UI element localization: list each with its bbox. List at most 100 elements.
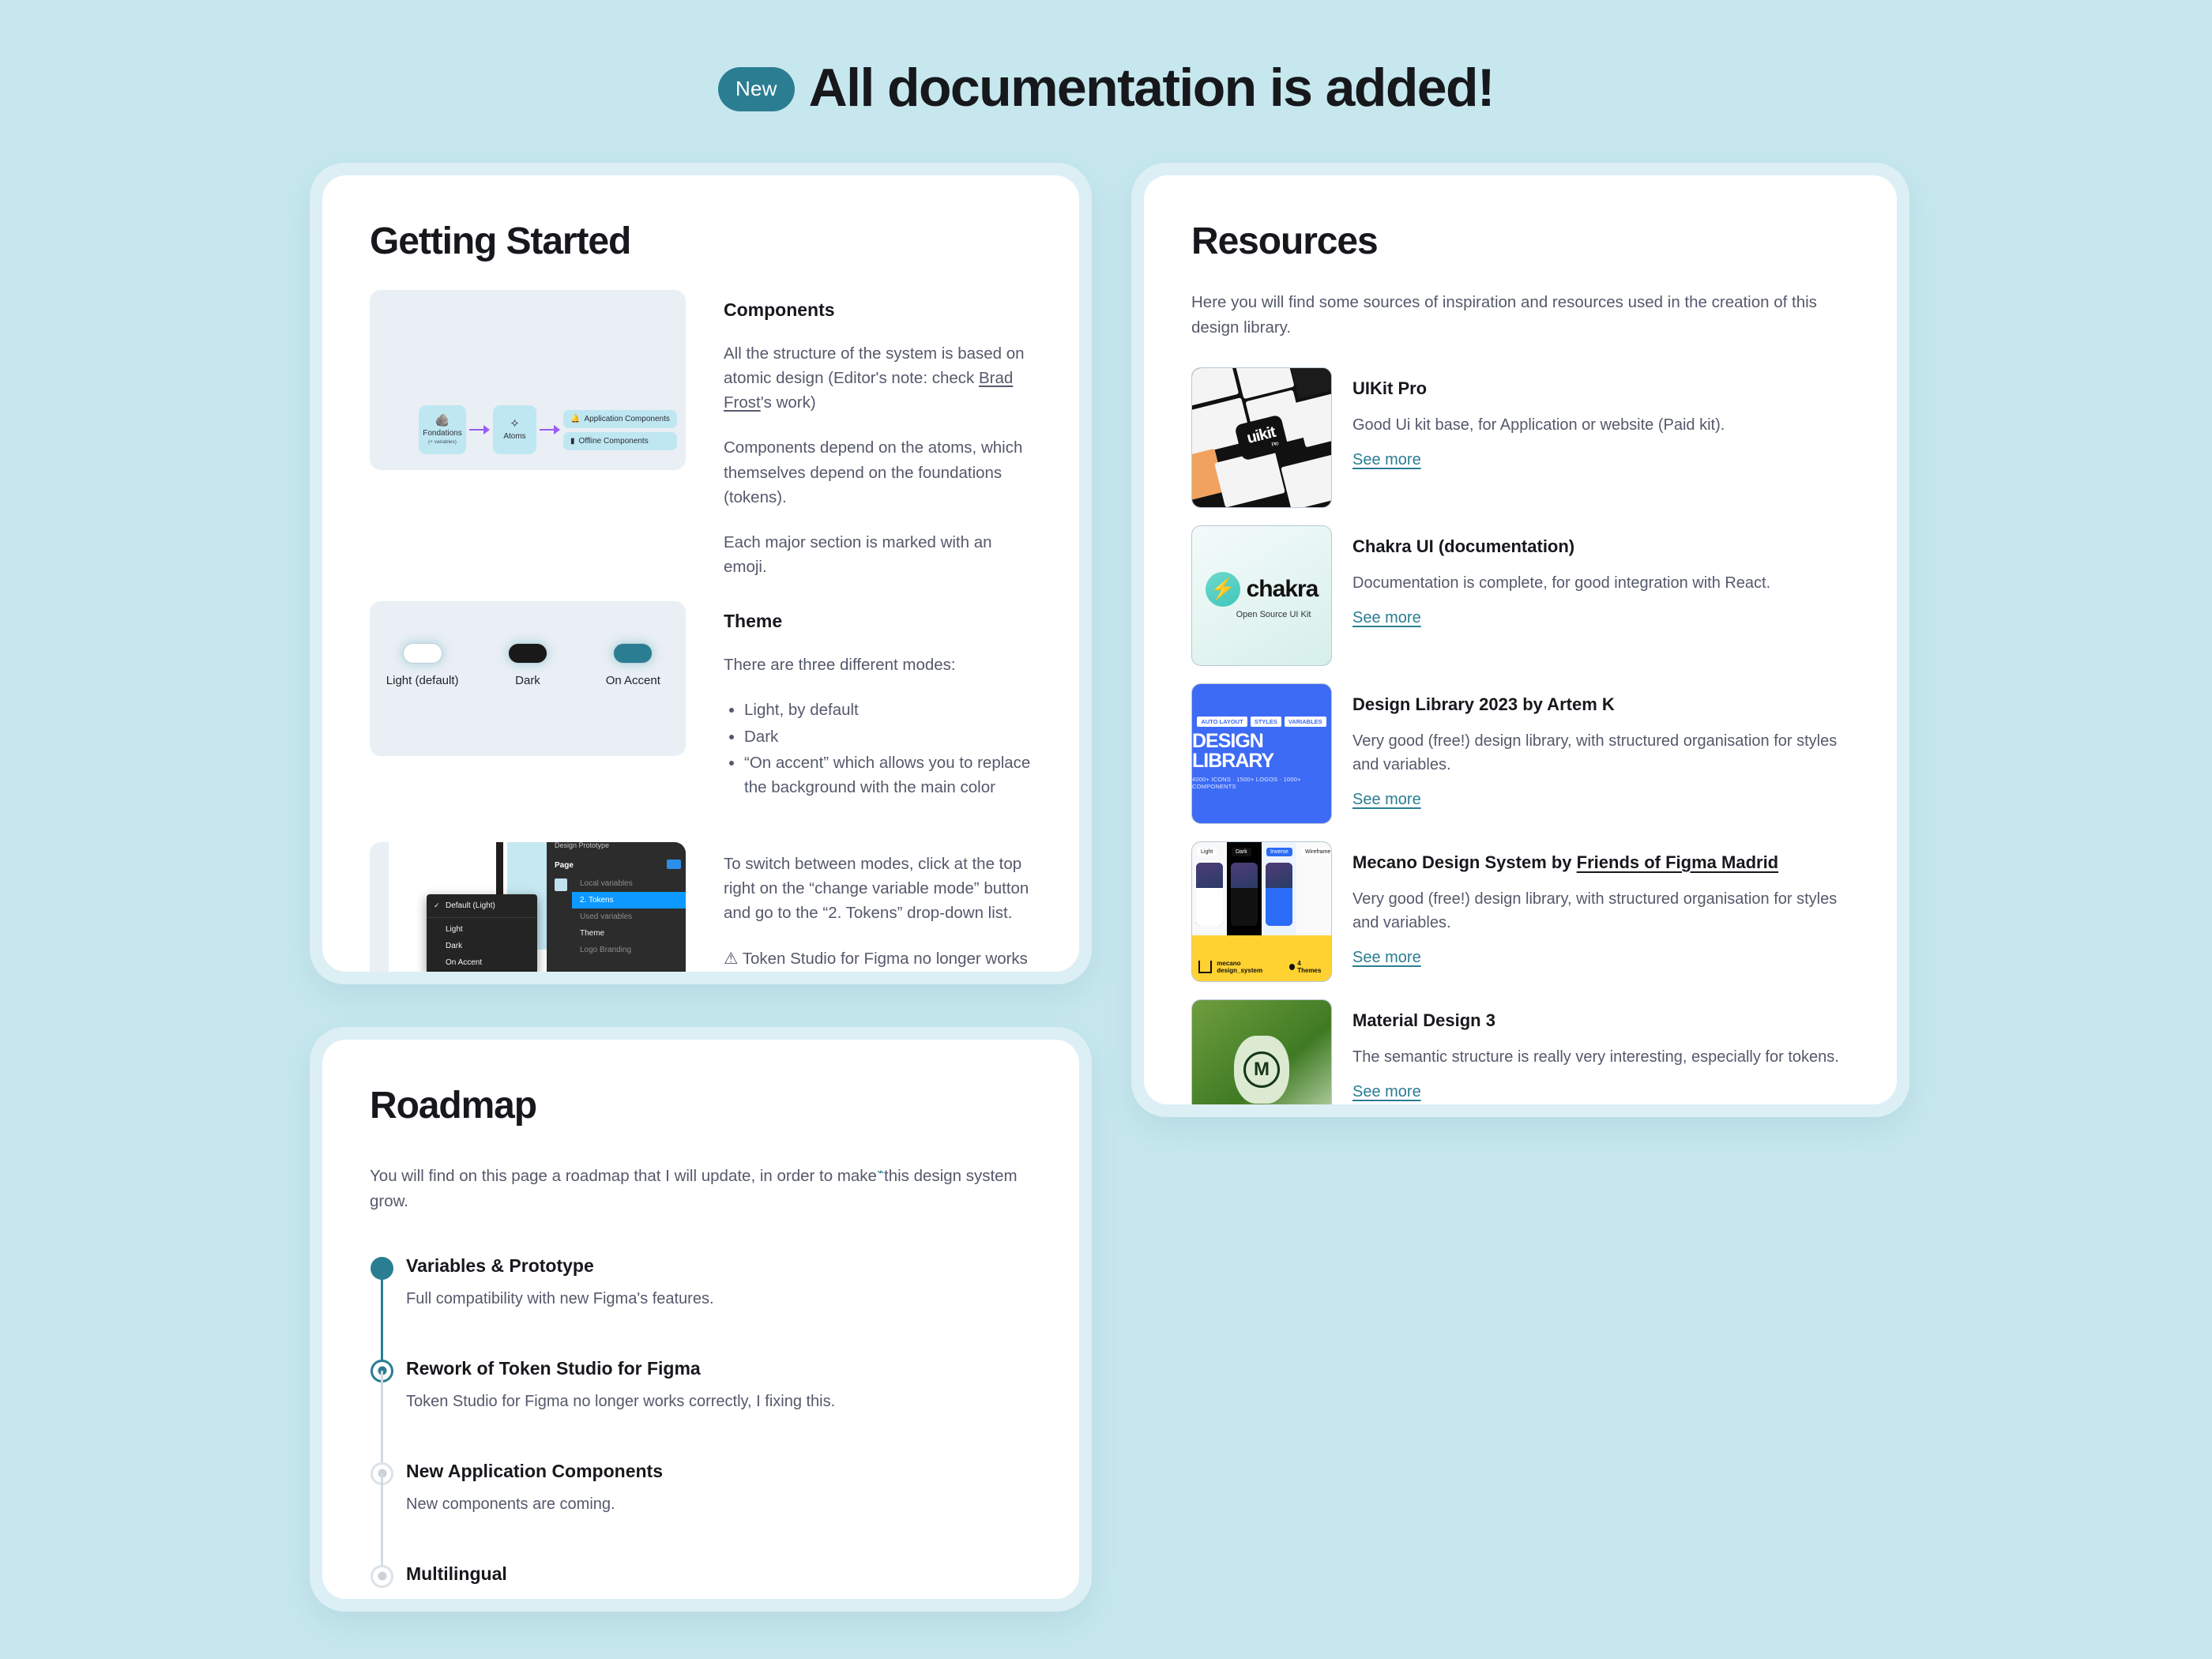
resource-title: Material Design 3 bbox=[1352, 1010, 1495, 1030]
components-paragraph-1: All the structure of the system is based… bbox=[724, 341, 1032, 415]
theme-swatch-light[interactable]: Light (default) bbox=[375, 644, 470, 687]
chakra-logo: ⚡ chakra bbox=[1205, 571, 1319, 607]
roadmap-timeline: Variables & Prototype Full compatibility… bbox=[370, 1255, 1032, 1599]
figma-page-label: Page bbox=[555, 861, 574, 871]
mecano-column-wireframe: Wireframe bbox=[1296, 841, 1331, 935]
theme-swatches-figure: Light (default) Dark On Accent bbox=[370, 601, 686, 757]
mecano-preview-card bbox=[1196, 862, 1223, 926]
resource-title: Design Library 2023 by Artem K bbox=[1352, 694, 1615, 714]
components-paragraph-2: Components depend on the atoms, which th… bbox=[724, 438, 1023, 506]
theme-intro: There are three different modes: bbox=[724, 656, 956, 675]
figma-list-theme[interactable]: Theme bbox=[572, 925, 686, 942]
list-item: “On accent” which allows you to replace … bbox=[744, 750, 1032, 799]
list-item: Light, by default bbox=[744, 698, 1032, 722]
list-item: uikit Pro UIKit Pro Good Ui kit base, for… bbox=[1191, 367, 1849, 508]
mecano-column-light: Light bbox=[1192, 841, 1227, 935]
friends-of-figma-madrid-link[interactable]: Friends of Figma Madrid bbox=[1577, 852, 1778, 872]
chakra-logo-sub: Open Source UI Kit bbox=[1236, 609, 1311, 619]
figma-menu-default-light[interactable]: ✓ Default (Light) bbox=[427, 897, 537, 914]
mecano-theme-columns: Light Dark Inverse Wireframe bbox=[1192, 841, 1331, 935]
chakra-thumbnail[interactable]: ⚡ chakra Open Source UI Kit bbox=[1191, 525, 1332, 666]
theme-text: Theme There are three different modes: L… bbox=[724, 601, 1032, 820]
timeline-connector bbox=[381, 1473, 383, 1568]
figma-right-panel: Design Prototype Page Local variables 2.… bbox=[547, 842, 686, 972]
figma-list-tokens[interactable]: 2. Tokens bbox=[572, 892, 686, 909]
list-item: ⚡ chakra Open Source UI Kit Chakra UI (d… bbox=[1191, 525, 1849, 666]
theme-swatch-light-label: Light (default) bbox=[386, 674, 459, 688]
list-item: Dark bbox=[744, 724, 1032, 749]
resources-list: uikit Pro UIKit Pro Good Ui kit base, for… bbox=[1191, 367, 1849, 1104]
theme-swatch-dark-label: Dark bbox=[515, 674, 540, 688]
timeline-connector bbox=[381, 1267, 383, 1363]
theme-heading: Theme bbox=[724, 611, 783, 632]
card-surface: Resources Here you will find some source… bbox=[1144, 175, 1897, 1104]
tag-styles: STYLES bbox=[1250, 717, 1281, 728]
list-item: Rework of Token Studio for Figma Token S… bbox=[371, 1357, 1032, 1465]
diagram-components-stack: 🔔 Application Components ▮ Offline Compo… bbox=[563, 409, 677, 450]
theme-swatches: Light (default) Dark On Accent bbox=[370, 644, 686, 687]
resource-title: UIKit Pro bbox=[1352, 378, 1428, 398]
mecano-themes-label: 4 Themes bbox=[1297, 960, 1322, 975]
see-more-link[interactable]: See more bbox=[1352, 949, 1421, 967]
figma-list-local-variables[interactable]: Local variables bbox=[572, 875, 686, 892]
tag-auto-layout: AUTO LAYOUT bbox=[1197, 717, 1247, 728]
mecano-footer: mecano design_system 4 Themes bbox=[1198, 960, 1325, 974]
resource-body: UIKit Pro Good Ui kit base, for Applicat… bbox=[1352, 367, 1849, 508]
arrow-right-icon bbox=[536, 421, 563, 438]
figma-menu-light[interactable]: Light bbox=[427, 921, 537, 938]
resource-title: Mecano Design System by Friends of Figma… bbox=[1352, 852, 1849, 873]
timeline-dot-todo-icon bbox=[371, 1564, 393, 1588]
mecano-tag-inverse: Inverse bbox=[1266, 847, 1292, 856]
diagram-atoms-label: Atoms bbox=[503, 432, 526, 442]
uikit-thumbnail[interactable]: uikit Pro bbox=[1191, 367, 1332, 508]
figma-list-logo-branding[interactable]: Logo Branding bbox=[572, 942, 686, 958]
figma-menu-default-light-label: Default (Light) bbox=[446, 901, 495, 911]
mecano-tag-light: Light bbox=[1197, 847, 1217, 856]
list-item: M Material Design 3 The semantic structu… bbox=[1191, 999, 1849, 1104]
page-title: All documentation is added! bbox=[808, 58, 1495, 118]
atomic-diagram: 🪨 Fondations (+ variables) ✧ Atoms 🔔 App… bbox=[419, 405, 677, 454]
material-thumbnail[interactable]: M bbox=[1191, 999, 1332, 1104]
see-more-link[interactable]: See more bbox=[1352, 1083, 1421, 1101]
see-more-link[interactable]: See more bbox=[1352, 609, 1421, 627]
resource-desc: Documentation is complete, for good inte… bbox=[1352, 574, 1771, 592]
mecano-logo-icon bbox=[1198, 961, 1213, 974]
figma-menu-dark[interactable]: Dark bbox=[427, 938, 537, 954]
figma-mode-figure: Design Prototype Page Local variables 2.… bbox=[370, 842, 686, 972]
list-item: AUTO LAYOUT STYLES VARIABLES DESIGN LIBR… bbox=[1191, 683, 1849, 824]
rock-icon: 🪨 bbox=[434, 413, 450, 427]
list-item: New Application Components New component… bbox=[371, 1461, 1032, 1568]
design-library-stats: 4000+ ICONS · 1500+ LOGOS · 1000+ COMPON… bbox=[1192, 776, 1301, 791]
see-more-link[interactable]: See more bbox=[1352, 451, 1421, 469]
page-header: New All documentation is added! bbox=[0, 57, 2212, 118]
theme-swatch-on-accent[interactable]: On Accent bbox=[585, 644, 680, 687]
menu-divider bbox=[427, 917, 537, 919]
components-text: Components All the structure of the syst… bbox=[724, 290, 1032, 579]
material-logo-blob: M bbox=[1234, 1035, 1289, 1104]
resources-title: Resources bbox=[1191, 220, 1379, 262]
tag-variables: VARIABLES bbox=[1284, 717, 1326, 728]
cursor-marker-icon: ⌁ bbox=[876, 1166, 884, 1179]
components-row: 🪨 Fondations (+ variables) ✧ Atoms 🔔 App… bbox=[370, 290, 1032, 579]
screen-icon: ▮ bbox=[570, 436, 575, 446]
mecano-tag-wireframe: Wireframe bbox=[1301, 847, 1331, 856]
mecano-thumbnail[interactable]: Light Dark Inverse Wireframe mecano desi… bbox=[1191, 841, 1332, 982]
theme-bullet-list: Light, by default Dark “On accent” which… bbox=[744, 698, 1032, 799]
figma-panel-tabs[interactable]: Design Prototype bbox=[547, 842, 686, 855]
figma-mode-chip[interactable] bbox=[667, 860, 681, 870]
diagram-node-atoms: ✧ Atoms bbox=[493, 405, 536, 454]
list-item: Multilingual Configuration using variabl… bbox=[371, 1563, 1032, 1599]
resource-title: Chakra UI (documentation) bbox=[1352, 536, 1575, 556]
resource-desc: Very good (free!) design library, with s… bbox=[1352, 890, 1838, 931]
token-studio-warning: ⚠ Token Studio for Figma no longer works… bbox=[724, 946, 1032, 972]
timeline-item-title: Rework of Token Studio for Figma bbox=[406, 1357, 701, 1379]
material-m-icon: M bbox=[1243, 1051, 1280, 1088]
figma-menu-on-accent[interactable]: On Accent bbox=[427, 954, 537, 971]
see-more-link[interactable]: See more bbox=[1352, 791, 1421, 809]
check-circle-icon bbox=[1288, 964, 1296, 971]
resource-body: Mecano Design System by Friends of Figma… bbox=[1352, 841, 1849, 982]
chakra-logo-text: chakra bbox=[1246, 575, 1319, 602]
design-library-thumbnail[interactable]: AUTO LAYOUT STYLES VARIABLES DESIGN LIBR… bbox=[1191, 683, 1332, 824]
swatch-accent-icon bbox=[614, 644, 653, 664]
theme-swatch-dark[interactable]: Dark bbox=[480, 644, 575, 687]
